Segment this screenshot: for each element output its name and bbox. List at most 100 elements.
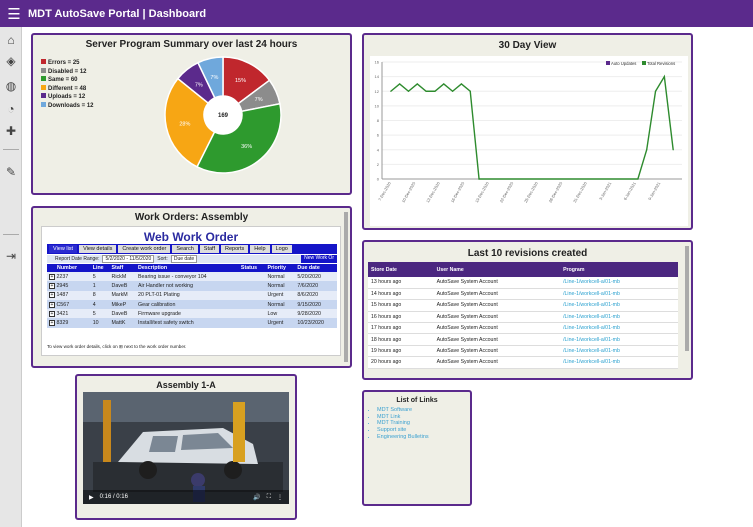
revisions-panel: Last 10 revisions created Store Date User… <box>362 240 693 380</box>
cell-text: MikeP <box>111 301 127 308</box>
toolbar-button[interactable]: View list <box>49 245 78 253</box>
expand-icon[interactable]: + <box>49 301 55 308</box>
assembly-title: Assembly 1-A <box>156 380 216 390</box>
expand-icon[interactable]: + <box>49 273 55 280</box>
fullscreen-icon[interactable]: ⛶ <box>267 494 271 501</box>
table-cell <box>238 299 266 310</box>
expand-icon[interactable]: + <box>49 310 55 317</box>
link-item[interactable]: Engineering Bulletins <box>377 434 470 441</box>
table-cell: Normal <box>265 281 296 291</box>
table-row[interactable]: + 2237 5 RickM Bearing issue - conveyor 104… <box>47 272 337 282</box>
toolbar-button[interactable]: View details <box>79 245 117 253</box>
legend-item: Downloads = 12 <box>41 101 94 111</box>
assembly-video[interactable]: ▶ 0:16 / 0:16 🔊 ⛶ ⋮ <box>83 392 289 504</box>
edit-icon[interactable]: ✎ <box>0 165 22 179</box>
program-link[interactable]: /Line-1/workcell-a/01-mb <box>560 333 678 346</box>
page-title: MDT AutoSave Portal | Dashboard <box>28 7 207 20</box>
table-row[interactable]: + 1487 8 MarkM 20 PLT-01 Plating Urgent 8/6/2… <box>47 290 337 300</box>
slice-label: 28% <box>179 121 190 127</box>
revisions-table: Store Date User Name Program 13 hours ago Au… <box>368 262 678 369</box>
program-link[interactable]: /Line-1/workcell-a/01-mb <box>560 322 678 335</box>
expand-icon[interactable]: + <box>49 282 55 289</box>
layers-icon[interactable]: ◈ <box>0 54 22 68</box>
y-tick-label: 12 <box>375 89 380 94</box>
donut-total: 169 <box>218 113 229 119</box>
legend-swatch <box>41 76 46 82</box>
new-work-order-button[interactable]: New Work Or <box>301 255 337 263</box>
link-item[interactable]: MDT Software <box>377 407 470 414</box>
table-cell: Install/test safety switch <box>136 318 239 328</box>
links-panel: List of Links MDT SoftwareMDT LinkMDT Tr… <box>362 390 472 506</box>
legend-item: Different = 48 <box>41 84 94 94</box>
toolbar-button[interactable]: Logo <box>271 245 292 253</box>
program-link[interactable]: /Line-1/workcell-a/01-mb <box>560 299 678 312</box>
table-row[interactable]: + 3421 5 DaveB Firmware upgrade Low 9/28/2020 <box>47 309 337 319</box>
logout-icon[interactable]: ⇥ <box>0 249 22 263</box>
data-point <box>399 83 401 85</box>
video-time: 0:16 / 0:16 <box>99 494 128 500</box>
expand-icon[interactable]: + <box>49 292 55 299</box>
legend-swatch <box>41 101 46 107</box>
scrollbar[interactable] <box>344 212 348 362</box>
puzzle-icon[interactable]: ✚ <box>0 124 22 138</box>
data-point <box>672 149 674 151</box>
cell-text: 3421 <box>56 310 69 317</box>
program-link[interactable]: /Line-1/workcell-a/01-mb <box>560 277 678 289</box>
link-item[interactable]: Support site <box>377 427 470 434</box>
legend-label: Downloads = 12 <box>48 102 94 109</box>
column-header[interactable]: Status <box>238 264 266 272</box>
column-header: User Name <box>433 262 561 277</box>
home-icon[interactable]: ⌂ <box>0 33 22 47</box>
table-cell: 1 <box>90 281 110 291</box>
table-row[interactable]: + C567 4 MikeP Gear calibration Normal 9/15/2… <box>47 299 337 310</box>
server-summary-panel: Server Program Summary over last 24 hour… <box>31 33 352 195</box>
program-link[interactable]: /Line-1/workcell-a/01-mb <box>560 288 678 301</box>
cell-text: RickM <box>111 273 127 280</box>
table-row[interactable]: + 8329 10 MattK Install/test safety switch U… <box>47 318 337 328</box>
toolbar-button[interactable]: Staff <box>199 245 220 253</box>
expand-icon[interactable]: + <box>49 320 55 327</box>
date-range-input[interactable]: 5/2/2020 - 11/5/2020 <box>102 255 155 263</box>
play-icon[interactable]: ▶ <box>89 494 94 501</box>
cell-text: 8 <box>92 292 96 299</box>
column-header[interactable]: Due date <box>295 264 337 272</box>
column-header[interactable]: Line <box>90 264 110 272</box>
table-cell: Urgent <box>265 318 296 328</box>
volume-icon[interactable]: 🔊 <box>253 494 260 501</box>
column-header[interactable]: Priority <box>265 264 296 272</box>
toolbar-button[interactable]: Create work order <box>118 245 171 253</box>
toolbar-button[interactable]: Reports <box>221 245 249 253</box>
link-item[interactable]: MDT Link <box>377 414 470 421</box>
table-cell: Low <box>265 309 296 319</box>
summary-legend: Errors = 25 Disabled = 12 Same = 60 Differe… <box>41 59 94 111</box>
sort-select[interactable]: Due date <box>170 255 198 263</box>
program-link[interactable]: /Line-1/workcell-a/01-mb <box>560 311 678 324</box>
cell-text: Normal <box>267 273 285 280</box>
scrollbar[interactable] <box>685 246 689 351</box>
program-link[interactable]: /Line-1/workcell-a/01-mb <box>560 356 678 369</box>
toolbar-button[interactable]: Help <box>250 245 270 253</box>
program-link[interactable]: /Line-1/workcell-a/01-mb <box>560 345 678 358</box>
table-cell: AutoSave System Account <box>433 299 561 312</box>
cell-text: DaveB <box>111 282 128 289</box>
toolbar-button[interactable]: Search <box>172 245 198 253</box>
globe-icon[interactable]: ◍ <box>0 79 22 93</box>
y-tick-label: 14 <box>375 74 380 79</box>
table-cell: 20 hours ago <box>368 356 434 369</box>
cell-text: 8/6/2020 <box>297 292 319 299</box>
table-row: 18 hours ago AutoSave System Account/Line… <box>368 333 678 346</box>
table-cell: Gear calibration <box>136 299 239 310</box>
column-header[interactable]: Description <box>136 264 239 272</box>
table-cell: 5/20/2020 <box>295 272 337 282</box>
link-item[interactable]: MDT Training <box>377 420 470 427</box>
sidebar-divider <box>3 149 19 150</box>
compass-icon[interactable]: ◔ <box>0 102 22 116</box>
work-order-table: Number Line Staff Description Status Priority… <box>47 264 337 328</box>
data-point <box>451 90 454 92</box>
column-header[interactable]: Staff <box>109 264 137 272</box>
legend-swatch <box>41 93 46 99</box>
column-header[interactable]: Number <box>47 264 91 272</box>
more-options-icon[interactable]: ⋮ <box>277 494 283 501</box>
table-row[interactable]: + 2945 1 DaveB Air Handler not working Norma… <box>47 281 337 291</box>
hamburger-icon[interactable]: ☰ <box>0 5 28 23</box>
